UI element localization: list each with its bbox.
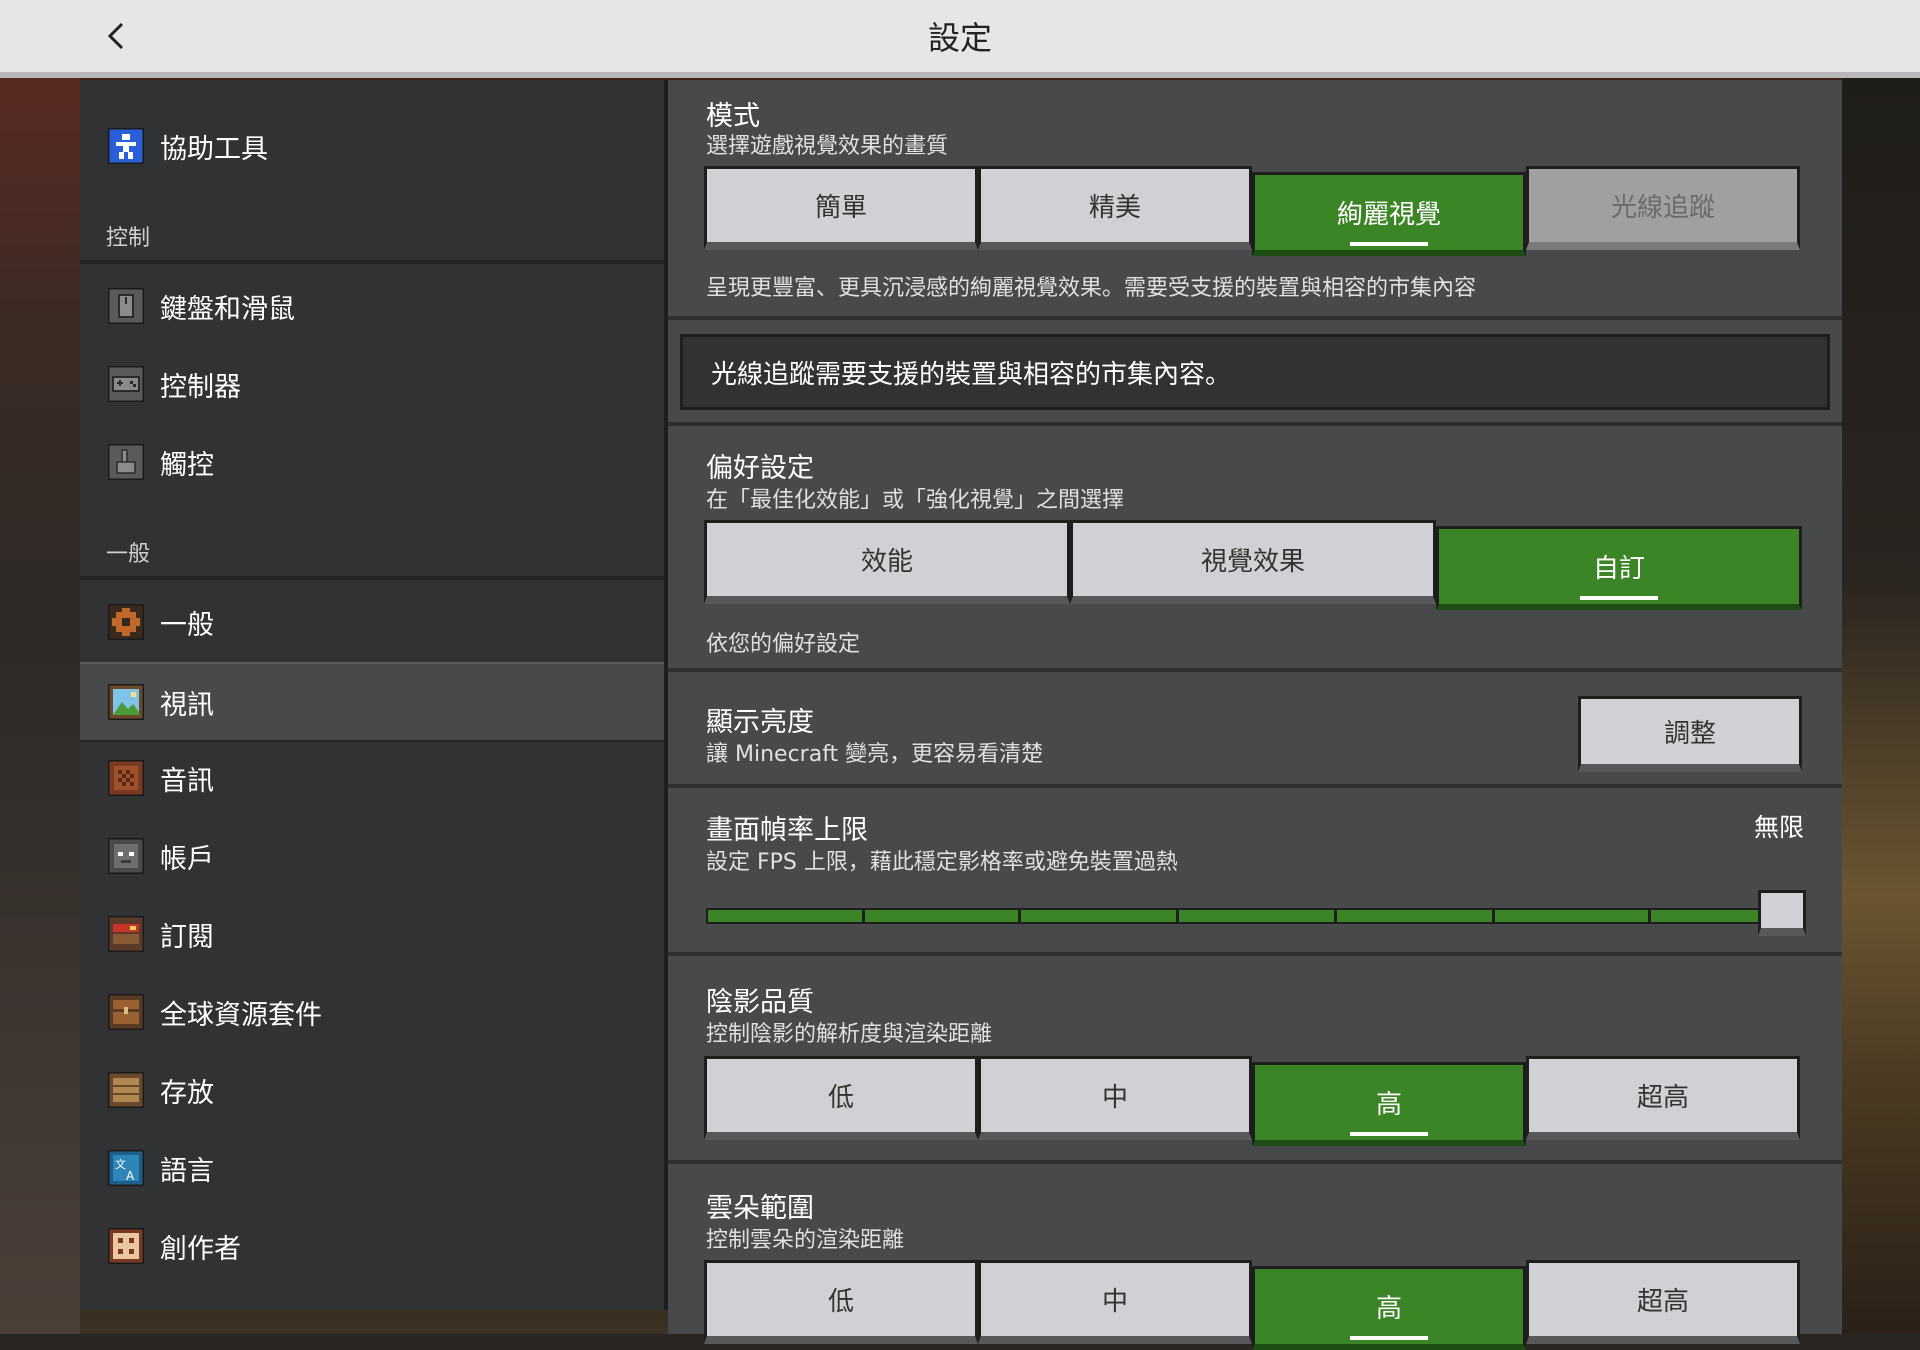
mode-subtitle: 選擇遊戲視覺效果的畫質 bbox=[706, 134, 949, 159]
sidebar-item-storage[interactable]: 存放 bbox=[80, 1052, 664, 1128]
clouds-option-high[interactable]: 高 bbox=[1252, 1266, 1526, 1350]
slider-tick bbox=[1492, 910, 1495, 922]
brightness-adjust-button[interactable]: 調整 bbox=[1578, 696, 1802, 772]
clouds-option-medium[interactable]: 中 bbox=[978, 1260, 1252, 1344]
preference-option-visuals[interactable]: 視覺效果 bbox=[1070, 520, 1436, 604]
mode-section: 模式 選擇遊戲視覺效果的畫質 簡單 精美 絢麗視覺 光線追蹤 呈現更豐富、更具沉… bbox=[668, 80, 1842, 320]
video-icon bbox=[108, 684, 144, 720]
ray-tracing-notice: 光線追蹤需要支援的裝置與相容的市集內容。 bbox=[680, 334, 1830, 410]
touch-icon bbox=[108, 444, 144, 480]
preference-option-custom[interactable]: 自訂 bbox=[1436, 526, 1802, 610]
clouds-title: 雲朵範圍 bbox=[706, 1193, 814, 1224]
sidebar-item-global-resources[interactable]: 全球資源套件 bbox=[80, 974, 664, 1050]
chevron-left-icon bbox=[107, 22, 124, 50]
top-bar: 設定 bbox=[0, 0, 1920, 78]
sidebar-item-label: 全球資源套件 bbox=[160, 999, 322, 1031]
gear-icon bbox=[108, 604, 144, 640]
sidebar-item-video[interactable]: 視訊 bbox=[80, 662, 664, 742]
brightness-section: 顯示亮度 讓 Minecraft 變亮，更容易看清楚 調整 bbox=[668, 672, 1842, 788]
sidebar-item-label: 創作者 bbox=[160, 1233, 241, 1265]
sidebar: 協助工具 控制 鍵盤和滑鼠 控制器 觸控 一般 一般 視訊 音訊 帳戶 訂閱 全… bbox=[80, 80, 668, 1310]
sidebar-item-subscription[interactable]: 訂閱 bbox=[80, 896, 664, 972]
sidebar-item-accessibility[interactable]: 協助工具 bbox=[80, 108, 664, 184]
shadow-option-high[interactable]: 高 bbox=[1252, 1062, 1526, 1146]
sidebar-item-label: 協助工具 bbox=[160, 133, 268, 165]
section-header-controls: 控制 bbox=[106, 226, 151, 251]
sidebar-item-account[interactable]: 帳戶 bbox=[80, 818, 664, 894]
mode-option-vibrant-visuals[interactable]: 絢麗視覺 bbox=[1252, 172, 1526, 256]
sidebar-item-controller[interactable]: 控制器 bbox=[80, 346, 664, 422]
fps-section: 畫面幀率上限 設定 FPS 上限，藉此穩定影格率或避免裝置過熱 無限 bbox=[668, 788, 1842, 956]
sidebar-item-keyboard-mouse[interactable]: 鍵盤和滑鼠 bbox=[80, 268, 664, 344]
language-icon: 文 A bbox=[108, 1150, 144, 1186]
slider-tick bbox=[1018, 910, 1021, 922]
slider-tick bbox=[1176, 910, 1179, 922]
sidebar-item-label: 語言 bbox=[160, 1155, 214, 1187]
mode-option-simple[interactable]: 簡單 bbox=[704, 166, 978, 250]
audio-icon bbox=[108, 760, 144, 796]
sidebar-item-label: 視訊 bbox=[160, 689, 214, 721]
preference-section: 偏好設定 在「最佳化效能」或「強化視覺」之間選擇 效能 視覺效果 自訂 依您的偏… bbox=[668, 426, 1842, 672]
game-background-left bbox=[0, 78, 80, 1334]
page-title: 設定 bbox=[927, 19, 992, 57]
sidebar-item-language[interactable]: 文 A 語言 bbox=[80, 1130, 664, 1206]
shadow-title: 陰影品質 bbox=[706, 987, 814, 1018]
sidebar-item-label: 音訊 bbox=[160, 765, 214, 797]
preference-description: 依您的偏好設定 bbox=[706, 632, 861, 657]
sidebar-item-label: 鍵盤和滑鼠 bbox=[160, 293, 295, 325]
fps-subtitle: 設定 FPS 上限，藉此穩定影格率或避免裝置過熱 bbox=[706, 850, 1178, 875]
fps-slider-handle[interactable] bbox=[1758, 890, 1806, 936]
clouds-subtitle: 控制雲朵的渲染距離 bbox=[706, 1228, 905, 1253]
slider-tick bbox=[1334, 910, 1337, 922]
mode-option-fancy[interactable]: 精美 bbox=[978, 166, 1252, 250]
account-icon bbox=[108, 838, 144, 874]
brightness-subtitle: 讓 Minecraft 變亮，更容易看清楚 bbox=[706, 742, 1044, 767]
sidebar-item-label: 存放 bbox=[160, 1077, 214, 1109]
sidebar-item-label: 一般 bbox=[160, 609, 214, 641]
sidebar-item-label: 帳戶 bbox=[160, 843, 214, 875]
sidebar-item-label: 訂閱 bbox=[160, 921, 214, 953]
fps-title: 畫面幀率上限 bbox=[706, 815, 868, 846]
mouse-icon bbox=[108, 288, 144, 324]
clouds-option-low[interactable]: 低 bbox=[704, 1260, 978, 1344]
divider bbox=[80, 260, 664, 264]
creator-icon bbox=[108, 1228, 144, 1264]
clouds-section: 雲朵範圍 控制雲朵的渲染距離 低 中 高 超高 bbox=[668, 1164, 1842, 1350]
shadow-section: 陰影品質 控制陰影的解析度與渲染距離 低 中 高 超高 bbox=[668, 956, 1842, 1164]
accessibility-icon bbox=[108, 128, 144, 164]
shadow-option-ultra[interactable]: 超高 bbox=[1526, 1056, 1800, 1140]
subscription-icon bbox=[108, 916, 144, 952]
sidebar-item-label: 控制器 bbox=[160, 371, 241, 403]
preference-title: 偏好設定 bbox=[706, 453, 814, 484]
fps-value: 無限 bbox=[1753, 813, 1804, 842]
mode-option-ray-tracing[interactable]: 光線追蹤 bbox=[1526, 166, 1800, 250]
divider bbox=[80, 576, 664, 580]
sidebar-item-label: 觸控 bbox=[160, 449, 214, 481]
sidebar-item-general[interactable]: 一般 bbox=[80, 584, 664, 660]
shadow-option-low[interactable]: 低 bbox=[704, 1056, 978, 1140]
resource-pack-icon bbox=[108, 994, 144, 1030]
svg-text:A: A bbox=[126, 1169, 135, 1183]
fps-slider-track[interactable] bbox=[706, 908, 1770, 924]
clouds-option-ultra[interactable]: 超高 bbox=[1526, 1260, 1800, 1344]
slider-tick bbox=[1648, 910, 1651, 922]
sidebar-item-creator[interactable]: 創作者 bbox=[80, 1208, 664, 1284]
settings-panel: 模式 選擇遊戲視覺效果的畫質 簡單 精美 絢麗視覺 光線追蹤 呈現更豐富、更具沉… bbox=[668, 80, 1842, 1350]
mode-description: 呈現更豐富、更具沉浸感的絢麗視覺效果。需要受支援的裝置與相容的市集內容 bbox=[706, 276, 1477, 301]
storage-icon bbox=[108, 1072, 144, 1108]
controller-icon bbox=[108, 366, 144, 402]
brightness-title: 顯示亮度 bbox=[706, 707, 814, 738]
shadow-option-medium[interactable]: 中 bbox=[978, 1056, 1252, 1140]
preference-option-performance[interactable]: 效能 bbox=[704, 520, 1070, 604]
svg-text:文: 文 bbox=[115, 1157, 126, 1171]
shadow-subtitle: 控制陰影的解析度與渲染距離 bbox=[706, 1022, 993, 1047]
game-background-right bbox=[1842, 78, 1920, 1334]
sidebar-item-touch[interactable]: 觸控 bbox=[80, 424, 664, 500]
preference-subtitle: 在「最佳化效能」或「強化視覺」之間選擇 bbox=[706, 488, 1125, 513]
section-header-general: 一般 bbox=[106, 542, 151, 567]
sidebar-item-audio[interactable]: 音訊 bbox=[80, 740, 664, 816]
slider-tick bbox=[862, 910, 865, 922]
back-button[interactable] bbox=[96, 14, 136, 58]
